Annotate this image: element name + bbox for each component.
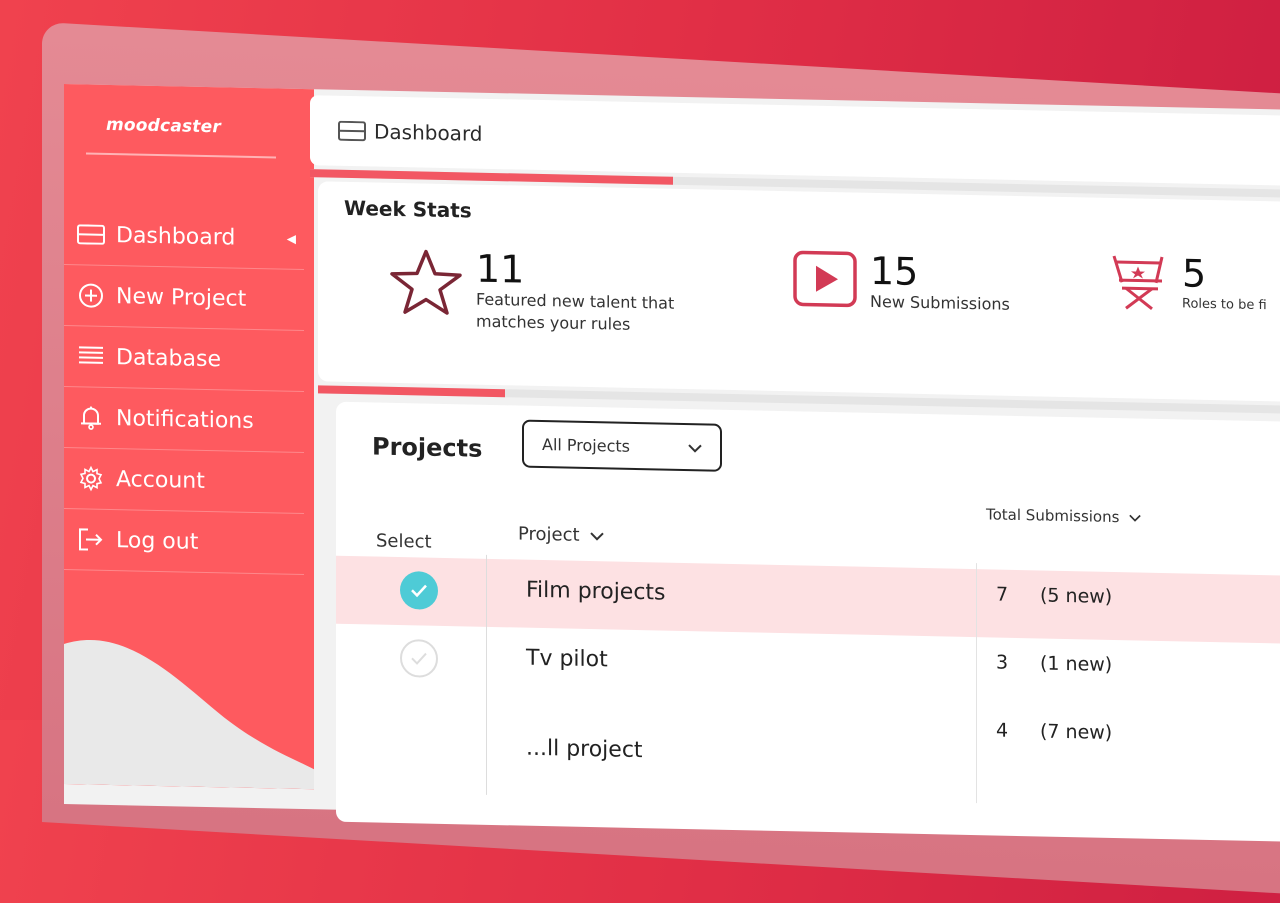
sidebar-item-label: Dashboard [116,223,235,251]
dashboard-icon [338,121,366,142]
week-stats-title: Week Stats [344,196,472,223]
column-divider [976,563,977,803]
sidebar-item-account[interactable]: Account [64,448,304,514]
sidebar-item-new-project[interactable]: New Project [64,265,304,331]
sidebar-item-dashboard[interactable]: Dashboard ◀ [64,204,304,270]
chevron-down-icon [1129,508,1141,526]
project-name[interactable]: Tv pilot [526,646,608,673]
column-label: Total Submissions [986,505,1119,526]
sidebar-item-label: New Project [116,284,246,312]
project-filter-dropdown[interactable]: All Projects [522,420,722,472]
stat-value: 5 [1182,253,1267,295]
chevron-down-icon [590,525,604,546]
column-label: Project [518,524,580,546]
stat-featured-talent[interactable]: 11 Featured new talent that matches your… [388,247,674,337]
page-title: Dashboard [374,119,483,145]
new-count: (7 new) [1040,720,1112,744]
app-window: moodcaster Dashboard ◀ New Project D [64,84,1280,831]
active-caret-icon: ◀ [287,232,296,246]
star-icon [388,247,464,321]
stat-label: matches your rules [476,311,674,337]
stat-new-submissions[interactable]: 15 New Submissions [792,249,1010,316]
gear-icon [76,466,106,491]
row-checkbox-checked[interactable] [400,571,438,610]
progress-fill [318,385,505,397]
total-submissions: 3(1 new) [996,652,1112,676]
sidebar: moodcaster Dashboard ◀ New Project D [64,84,314,789]
column-header-select: Select [376,531,432,553]
dashboard-icon [76,222,106,247]
sidebar-item-label: Notifications [116,406,254,434]
bell-icon [76,405,106,430]
check-icon [410,651,428,665]
submission-count: 3 [996,652,1040,675]
submission-count: 7 [996,584,1040,607]
sidebar-item-label: Database [116,345,221,372]
sidebar-item-logout[interactable]: Log out [64,509,304,575]
week-stats-card: Week Stats 11 Featured new talent that m… [318,181,1280,404]
sidebar-nav: Dashboard ◀ New Project Database Notifi [64,204,314,575]
submission-count: 4 [996,720,1040,743]
logout-icon [76,527,106,552]
column-divider [486,555,487,795]
sidebar-item-label: Account [116,467,205,494]
director-chair-icon [1110,252,1170,317]
sidebar-item-label: Log out [116,528,198,555]
column-label: Select [376,531,432,553]
project-name[interactable]: ...ll project [526,736,643,763]
new-count: (5 new) [1040,584,1112,608]
stat-label: New Submissions [870,291,1010,316]
sidebar-item-database[interactable]: Database [64,326,304,392]
stat-label: Roles to be fi [1182,293,1267,317]
dropdown-value: All Projects [542,435,630,456]
new-count: (1 new) [1040,652,1112,676]
plus-circle-icon [76,283,106,308]
total-submissions: 4(7 new) [996,720,1112,744]
chevron-down-icon [688,438,702,457]
column-header-project[interactable]: Project [518,524,604,547]
list-icon [76,344,106,369]
projects-card: Projects All Projects Select Project Tot… [336,402,1280,845]
check-icon [410,583,428,597]
logo-divider [86,152,276,158]
row-checkbox-unchecked[interactable] [400,639,438,678]
project-name[interactable]: Film projects [526,578,666,606]
logo: moodcaster [106,115,221,137]
sidebar-item-notifications[interactable]: Notifications [64,387,304,453]
projects-title: Projects [372,432,482,462]
play-icon [792,249,858,312]
sidebar-wave-decoration [64,614,314,789]
column-header-total-submissions[interactable]: Total Submissions [986,505,1141,526]
total-submissions: 7(5 new) [996,584,1112,608]
stat-value: 15 [870,251,1010,294]
stat-roles-to-fill[interactable]: 5 Roles to be fi [1110,252,1267,319]
stat-value: 11 [476,249,674,293]
